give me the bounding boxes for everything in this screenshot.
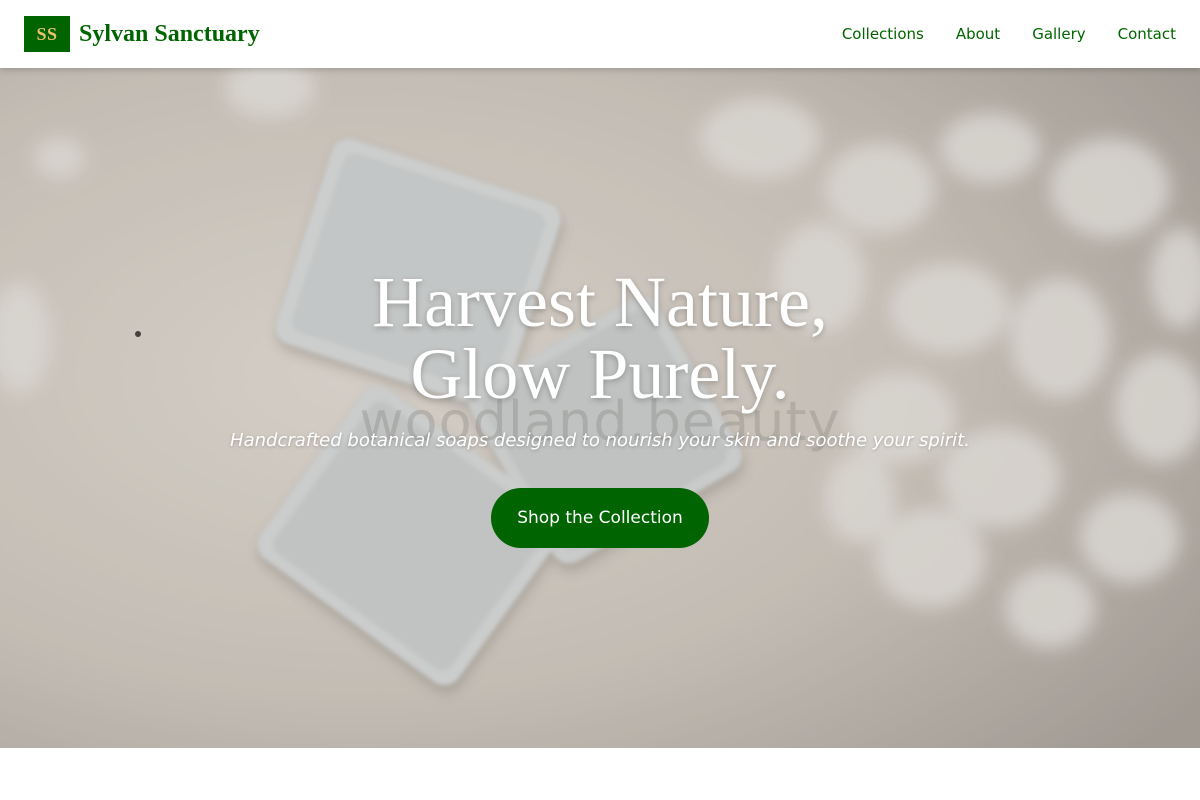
hero-title-line2: Glow Purely. xyxy=(410,334,790,414)
logo-link[interactable]: SS Sylvan Sanctuary xyxy=(24,16,260,52)
nav-link-collections[interactable]: Collections xyxy=(842,22,924,46)
main-nav: Collections About Gallery Contact xyxy=(842,22,1176,46)
nav-link-contact[interactable]: Contact xyxy=(1118,22,1176,46)
hero-title: Harvest Nature, Glow Purely. xyxy=(0,266,1200,410)
hero-subtitle: Handcrafted botanical soaps designed to … xyxy=(230,430,970,451)
brand-name: Sylvan Sanctuary xyxy=(79,20,260,47)
site-header: SS Sylvan Sanctuary Collections About Ga… xyxy=(0,0,1200,68)
nav-link-gallery[interactable]: Gallery xyxy=(1032,22,1085,46)
hero-section: woodland.beauty Harvest Nature, Glow Pur… xyxy=(0,68,1200,748)
shop-collection-button[interactable]: Shop the Collection xyxy=(491,488,709,548)
nav-link-about[interactable]: About xyxy=(956,22,1000,46)
hero-title-line1: Harvest Nature, xyxy=(372,262,828,342)
logo-mark: SS xyxy=(24,16,70,52)
